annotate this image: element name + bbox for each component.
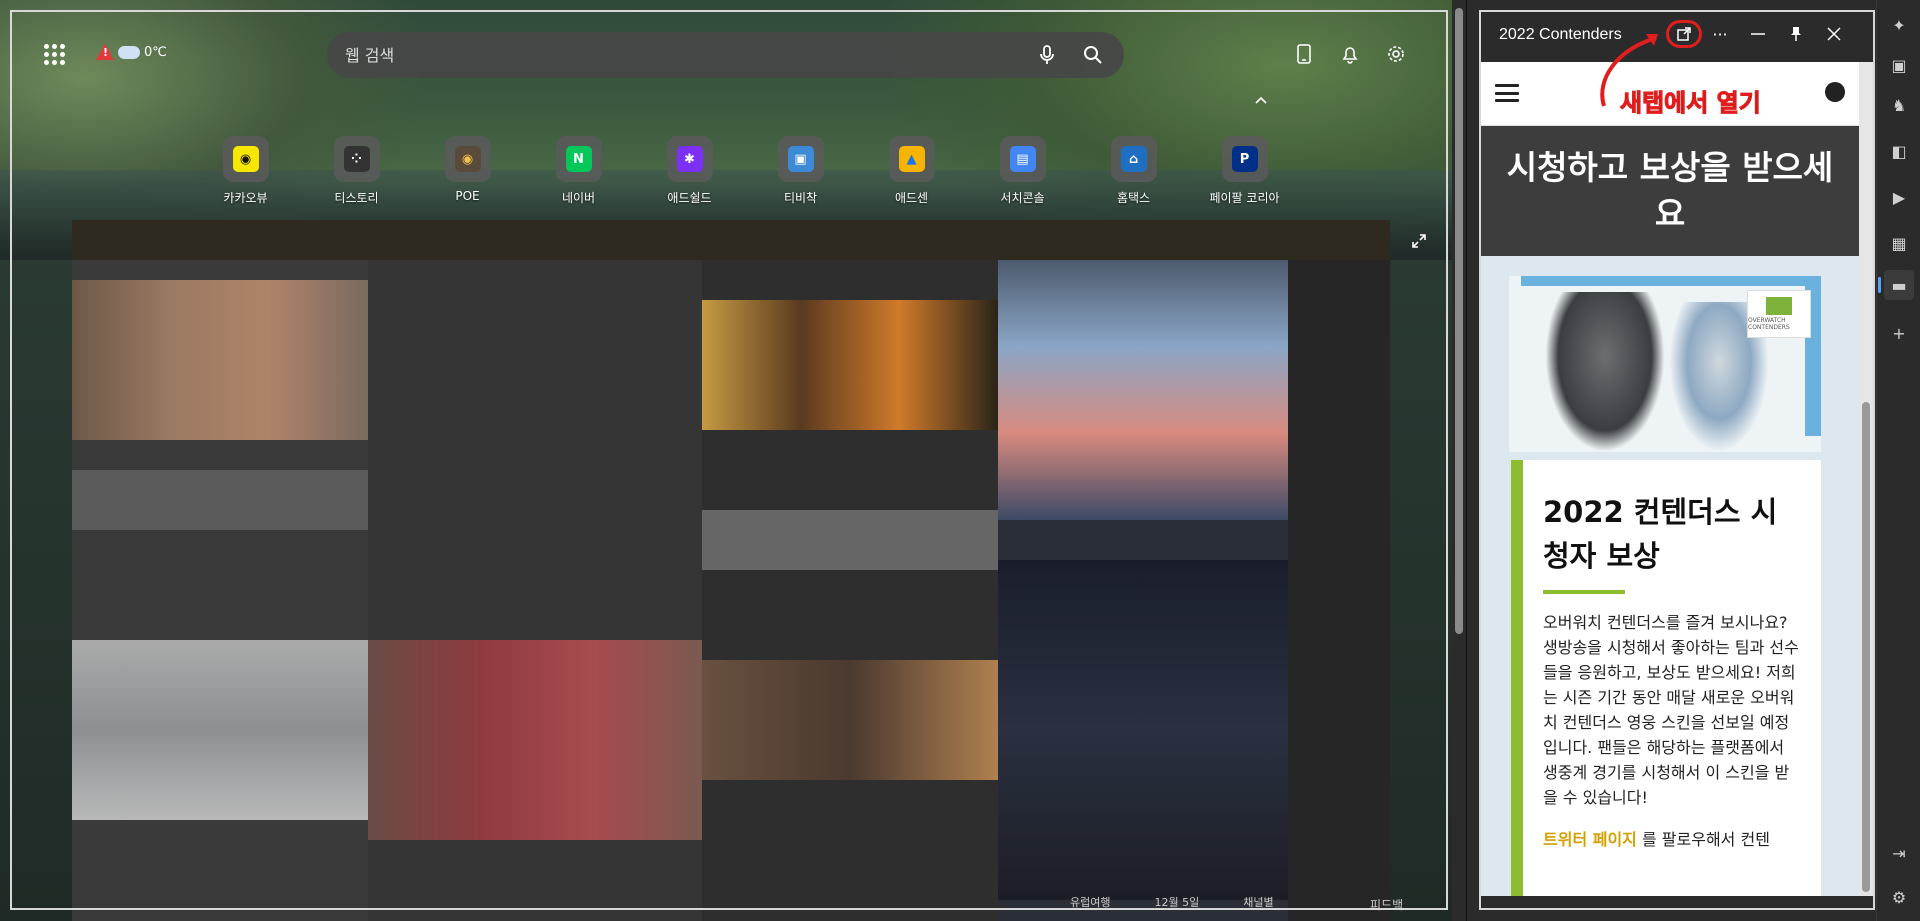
annotation-callout: 새탭에서 열기	[1614, 82, 1767, 118]
settings-gear-icon[interactable]	[1380, 38, 1412, 70]
qr-code-icon[interactable]: ▦	[1884, 228, 1914, 258]
scrollbar-thumb[interactable]	[1455, 8, 1463, 634]
user-icon[interactable]	[1825, 82, 1845, 102]
feed-footer-item[interactable]: 12월 5일	[1154, 894, 1199, 910]
quicklink-adsense[interactable]: ▲ 애드센	[856, 136, 967, 206]
cloud-icon	[118, 45, 140, 59]
scrollbar-thumb[interactable]	[1862, 402, 1870, 892]
office-icon[interactable]: ◧	[1884, 136, 1914, 166]
quicklink-label: 서치콘솔	[1000, 191, 1045, 205]
quicklink-search-console[interactable]: ▤ 서치콘솔	[967, 136, 1078, 206]
briefcase-icon[interactable]: ▣	[1884, 50, 1914, 80]
weather-alert-icon	[96, 44, 114, 60]
contenders-banner-image: OVERWATCH CONTENDERS	[1509, 276, 1821, 452]
main-scrollbar[interactable]	[1452, 0, 1466, 921]
feed-footer: 유럽여행 12월 5일 채널별	[1070, 894, 1274, 910]
contenders-tab-icon[interactable]: ▬	[1878, 270, 1914, 300]
adsense-logo-icon: ▲	[898, 146, 925, 172]
article: OVERWATCH CONTENDERS 2022 컨텐더스 시청자 보상 오버…	[1481, 256, 1859, 896]
article-card: 2022 컨텐더스 시청자 보상 오버워치 컨텐더스를 즐겨 보시나요? 생방송…	[1511, 460, 1821, 896]
browser-sidebar: ✦ ▣ ♞ ◧ ▶ ▦ ▬ + ⇥ ⚙	[1876, 0, 1920, 921]
tvchak-logo-icon: ▣	[787, 146, 814, 172]
close-icon[interactable]	[1820, 20, 1848, 48]
feed-footer-item[interactable]: 채널별	[1243, 894, 1273, 910]
sidebar-pane: 2022 Contenders 시청하고 보상을 받으세요 OVERWATCH …	[1466, 0, 1876, 921]
more-options-icon[interactable]: ···	[1706, 20, 1734, 48]
sparkle-icon[interactable]: ✦	[1884, 10, 1914, 40]
feed-cards	[72, 260, 1390, 921]
pane-webview: 시청하고 보상을 받으세요 OVERWATCH CONTENDERS 2022 …	[1481, 62, 1859, 896]
overwatch-contenders-logo: OVERWATCH CONTENDERS	[1747, 290, 1811, 338]
quicklink-hometax[interactable]: ⌂ 홈택스	[1078, 136, 1189, 206]
games-icon[interactable]: ♞	[1884, 90, 1914, 120]
search-bar[interactable]	[327, 32, 1124, 78]
expand-icon[interactable]	[1404, 226, 1434, 256]
feed-card[interactable]	[998, 260, 1288, 921]
sidebar-toggle-icon[interactable]: ⇥	[1884, 838, 1914, 868]
quicklink-label: 애드쉴드	[667, 191, 712, 205]
pane-scrollbar[interactable]	[1859, 62, 1873, 896]
hero-section: 시청하고 보상을 받으세요	[1481, 126, 1859, 256]
microphone-icon[interactable]	[1034, 42, 1060, 68]
feed-card[interactable]	[702, 260, 998, 921]
quicklink-naver[interactable]: N 네이버	[523, 136, 634, 206]
new-tab-page: 0℃ ◉ 카카오뷰 ⁘ 티스토리 ◉ POE N 네이버 ✱	[0, 0, 1452, 921]
search-icon[interactable]	[1080, 42, 1106, 68]
apps-grid-icon[interactable]	[38, 38, 70, 70]
quicklink-adshield[interactable]: ✱ 애드쉴드	[634, 136, 745, 206]
quicklink-tvchak[interactable]: ▣ 티비착	[745, 136, 856, 206]
hamburger-menu-icon[interactable]	[1495, 84, 1519, 102]
quicklink-label: 티스토리	[334, 191, 379, 205]
paypal-logo-icon: P	[1231, 146, 1258, 172]
heading-underline	[1543, 590, 1625, 594]
quicklink-label: 홈택스	[1116, 191, 1151, 205]
tistory-logo-icon: ⁘	[343, 146, 370, 172]
search-console-logo-icon: ▤	[1009, 146, 1036, 172]
feed-footer-item[interactable]: 유럽여행	[1070, 894, 1110, 910]
temperature-label: 0℃	[144, 44, 167, 60]
feed-card[interactable]	[72, 260, 368, 921]
annotation-text: 새탭에서 열기	[1614, 82, 1767, 118]
feed-card[interactable]	[368, 260, 702, 921]
article-link-row: 트위터 페이지 를 팔로우해서 컨텐	[1543, 830, 1770, 849]
notification-bell-icon[interactable]	[1334, 38, 1366, 70]
weather-widget[interactable]: 0℃	[96, 44, 167, 60]
winston-character-image	[1545, 292, 1665, 452]
quicklink-label: 페이팔 코리아	[1209, 191, 1280, 205]
quicklink-poe[interactable]: ◉ POE	[412, 136, 523, 206]
quicklink-paypal-korea[interactable]: P 페이팔 코리아	[1189, 136, 1300, 206]
quicklink-label: 카카오뷰	[223, 191, 268, 205]
minimize-icon[interactable]	[1744, 20, 1772, 48]
news-feed	[72, 220, 1390, 921]
hometax-logo-icon: ⌂	[1120, 146, 1147, 172]
kakaoview-logo-icon: ◉	[232, 146, 259, 172]
article-heading: 2022 컨텐더스 시청자 보상	[1543, 495, 1778, 573]
poe-logo-icon: ◉	[454, 146, 481, 172]
open-in-new-tab-button[interactable]	[1666, 20, 1702, 48]
twitter-page-link[interactable]: 트위터 페이지	[1543, 830, 1637, 849]
browser-window: 0℃ ◉ 카카오뷰 ⁘ 티스토리 ◉ POE N 네이버 ✱	[0, 0, 1920, 921]
feedback-button[interactable]: 피드백	[1370, 896, 1403, 913]
adshield-logo-icon: ✱	[676, 146, 703, 172]
quicklink-label: 네이버	[561, 191, 596, 205]
hero-title: 시청하고 보상을 받으세요	[1506, 148, 1834, 233]
phone-icon[interactable]	[1288, 38, 1320, 70]
quicklink-label: 티비착	[783, 191, 818, 205]
pin-icon[interactable]	[1782, 20, 1810, 48]
add-icon[interactable]: +	[1884, 318, 1914, 348]
quicklink-tistory[interactable]: ⁘ 티스토리	[301, 136, 412, 206]
quicklink-label: POE	[455, 189, 480, 203]
article-body-text: 오버워치 컨텐더스를 즐겨 보시나요? 생방송을 시청해서 좋아하는 팀과 선수…	[1543, 613, 1799, 807]
sidebar-settings-gear-icon[interactable]: ⚙	[1884, 882, 1914, 912]
feed-header-blurred	[72, 220, 1390, 260]
quicklink-label: 애드센	[894, 191, 929, 205]
chevron-up-icon[interactable]	[1246, 90, 1276, 110]
youtube-icon[interactable]: ▶	[1884, 182, 1914, 212]
naver-logo-icon: N	[565, 146, 592, 172]
quicklink-kakaoview[interactable]: ◉ 카카오뷰	[190, 136, 301, 206]
quick-links: ◉ 카카오뷰 ⁘ 티스토리 ◉ POE N 네이버 ✱ 애드쉴드 ▣ 티비착 ▲ 애드센 ▤ 서…	[190, 136, 1300, 206]
search-input[interactable]	[345, 45, 1014, 65]
